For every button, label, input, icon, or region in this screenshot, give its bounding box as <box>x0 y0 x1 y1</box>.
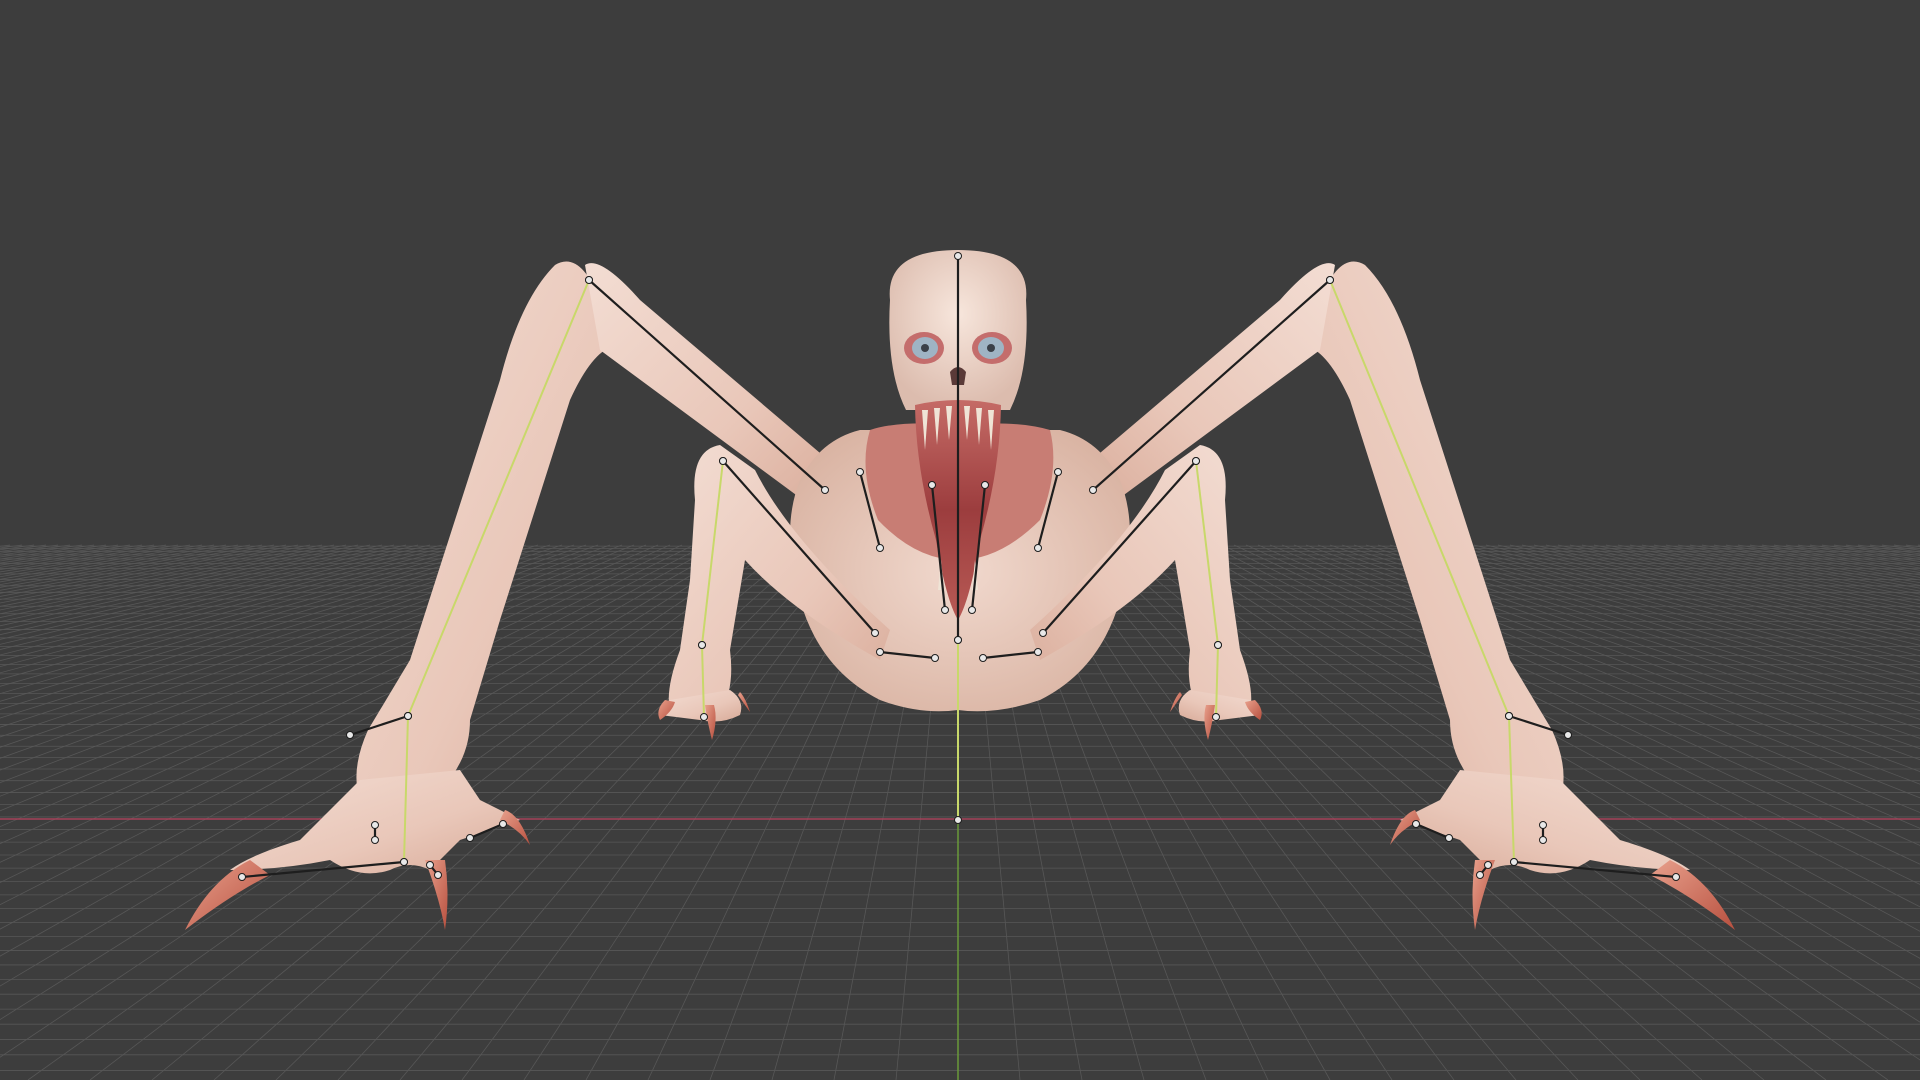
bone-joint[interactable] <box>871 629 879 637</box>
bone-joint[interactable] <box>954 816 962 824</box>
bone-joint[interactable] <box>1089 486 1097 494</box>
bone-joint[interactable] <box>434 871 442 879</box>
grid-line-vertical <box>0 544 299 604</box>
grid-line-vertical <box>1689 544 1920 586</box>
bone-joint[interactable] <box>1054 468 1062 476</box>
grid-line-vertical <box>0 544 611 771</box>
bone-joint[interactable] <box>941 606 949 614</box>
bone-joint[interactable] <box>1564 731 1572 739</box>
grid-line-vertical <box>0 544 107 562</box>
bone-joint[interactable] <box>979 654 987 662</box>
bone-joint[interactable] <box>371 821 379 829</box>
bone-joint[interactable] <box>1039 629 1047 637</box>
grid-line-vertical <box>0 544 323 611</box>
bone-joint[interactable] <box>404 712 412 720</box>
grid-line-vertical <box>1809 544 1920 562</box>
bone-joint[interactable] <box>821 486 829 494</box>
grid-line-vertical <box>1893 544 1920 549</box>
grid-line-vertical <box>1665 544 1920 592</box>
grid-line-vertical <box>1569 544 1920 619</box>
bone-joint[interactable] <box>426 861 434 869</box>
bone-joint[interactable] <box>968 606 976 614</box>
grid-line-vertical <box>1305 544 1920 772</box>
bone-joint[interactable] <box>1539 821 1547 829</box>
bone-joint[interactable] <box>1505 712 1513 720</box>
grid-line-vertical <box>0 544 35 551</box>
grid-line-vertical <box>0 544 263 594</box>
grid-line-vertical <box>0 544 191 578</box>
bone-joint[interactable] <box>238 873 246 881</box>
right-upper-arm <box>1300 261 1564 800</box>
grid-line-vertical <box>1653 544 1920 595</box>
3d-viewport[interactable] <box>0 0 1920 1080</box>
bone-joint[interactable] <box>931 654 939 662</box>
bone-joint[interactable] <box>1212 713 1220 721</box>
grid-line-vertical <box>1581 544 1920 615</box>
grid-line-vertical <box>1785 544 1920 567</box>
grid-line-vertical <box>0 544 251 591</box>
bone-joint[interactable] <box>719 457 727 465</box>
bone-joint[interactable] <box>1510 858 1518 866</box>
bone-joint[interactable] <box>585 276 593 284</box>
armature-bone[interactable] <box>1329 279 1510 717</box>
grid-line-vertical <box>0 544 383 631</box>
grid-line-vertical <box>0 544 179 575</box>
grid-line-vertical <box>0 544 59 554</box>
bone-joint[interactable] <box>954 636 962 644</box>
grid-line-vertical <box>0 544 131 566</box>
bone-joint[interactable] <box>400 858 408 866</box>
grid-line-vertical <box>1761 544 1920 571</box>
bone-joint[interactable] <box>1412 820 1420 828</box>
bone-joint[interactable] <box>1192 457 1200 465</box>
bone-joint[interactable] <box>981 481 989 489</box>
bone-joint[interactable] <box>856 468 864 476</box>
right-eye-pupil <box>987 344 995 352</box>
bone-joint[interactable] <box>1034 544 1042 552</box>
grid-line-vertical <box>461 544 863 1080</box>
bone-joint[interactable] <box>700 713 708 721</box>
grid-line-vertical <box>0 544 311 607</box>
bone-joint[interactable] <box>1476 871 1484 879</box>
grid-line-vertical <box>0 544 635 797</box>
bone-joint[interactable] <box>876 648 884 656</box>
bone-joint[interactable] <box>499 820 507 828</box>
grid-line-vertical <box>1857 544 1920 555</box>
bone-joint[interactable] <box>1445 834 1453 842</box>
bone-joint[interactable] <box>698 641 706 649</box>
bone-joint[interactable] <box>876 544 884 552</box>
viewport-canvas[interactable] <box>0 0 1920 1080</box>
bone-joint[interactable] <box>466 834 474 842</box>
bone-joint[interactable] <box>954 252 962 260</box>
bone-joint[interactable] <box>371 836 379 844</box>
left-eye-pupil <box>921 344 929 352</box>
bone-joint[interactable] <box>928 481 936 489</box>
bone-joint[interactable] <box>1326 276 1334 284</box>
bone-joint[interactable] <box>1034 648 1042 656</box>
grid-line-vertical <box>1641 544 1920 598</box>
bone-joint[interactable] <box>346 731 354 739</box>
bone-joint[interactable] <box>1539 836 1547 844</box>
grid-line-vertical <box>1725 544 1920 578</box>
bone-joint[interactable] <box>1214 641 1222 649</box>
creature-model[interactable] <box>185 250 1735 930</box>
grid-line-vertical <box>0 544 335 615</box>
bone-joint[interactable] <box>1484 861 1492 869</box>
bone-joint[interactable] <box>1672 873 1680 881</box>
grid-line-vertical <box>1053 544 1455 1080</box>
